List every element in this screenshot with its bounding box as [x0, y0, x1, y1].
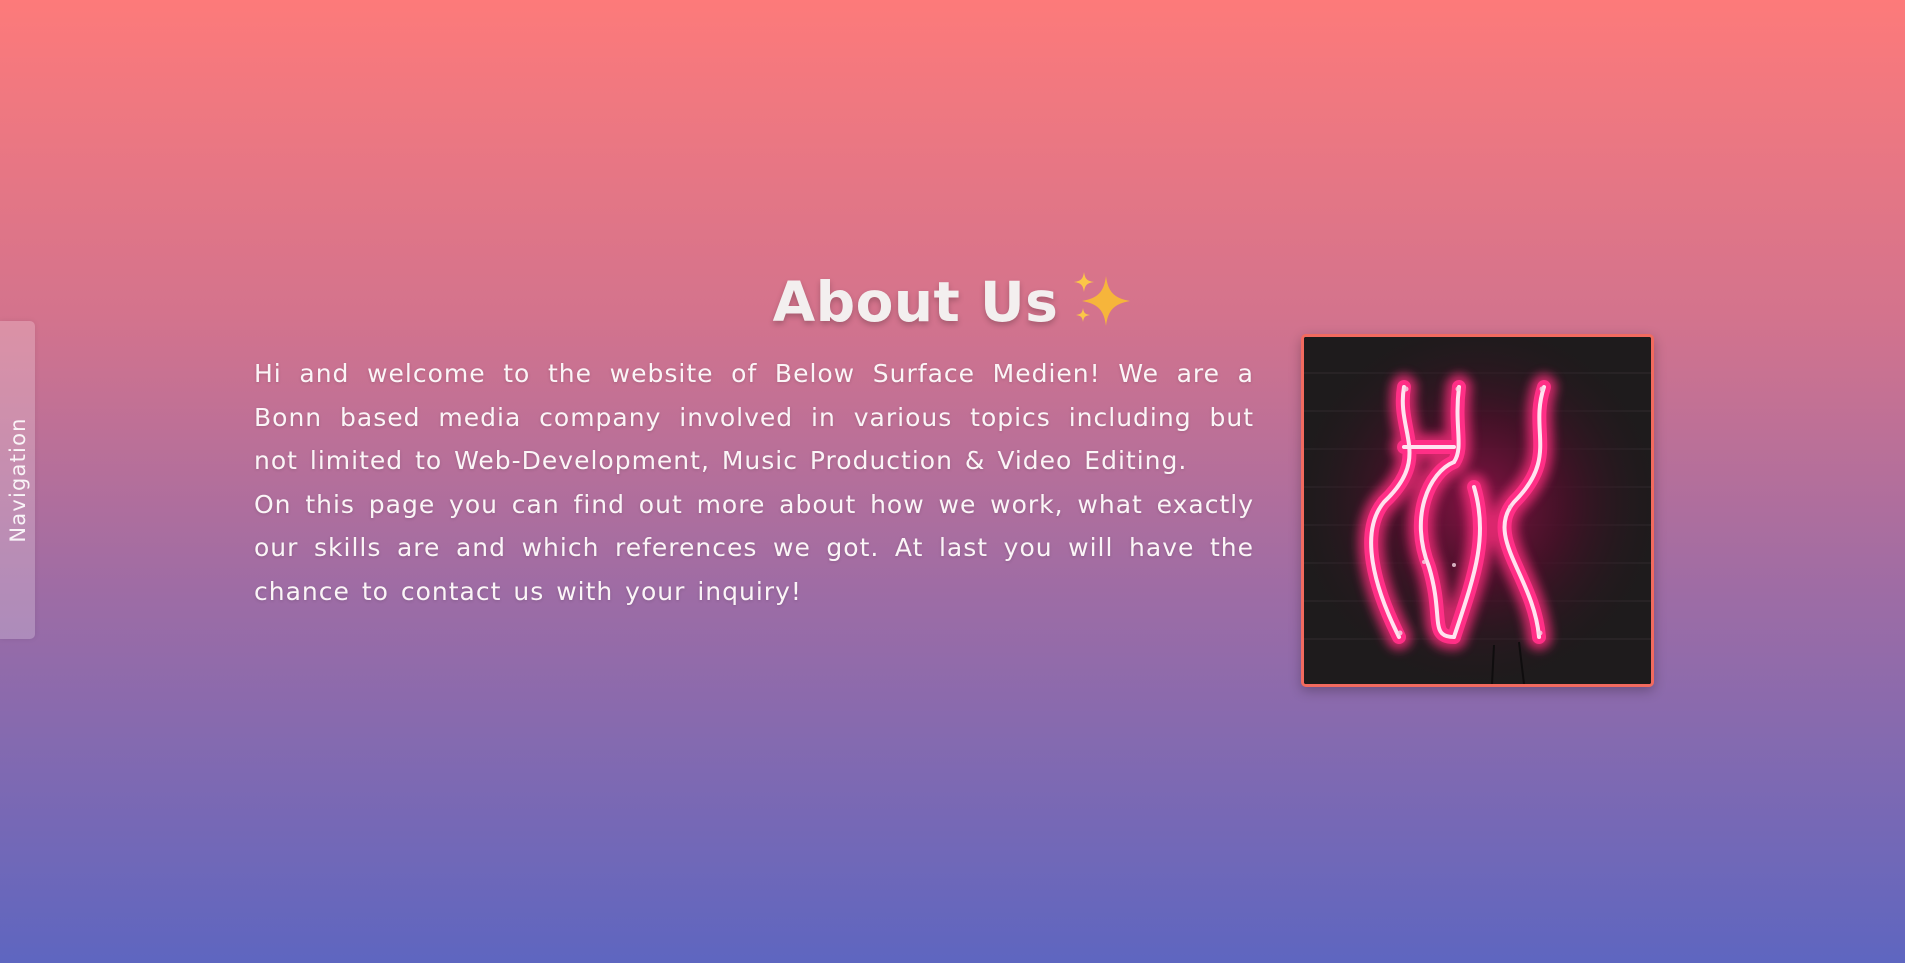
neon-hi-graphic [1304, 337, 1651, 684]
neon-hi-image [1301, 334, 1654, 687]
about-paragraph-2: On this page you can find out more about… [254, 489, 1254, 606]
about-description: Hi and welcome to the website of Below S… [254, 352, 1254, 614]
navigation-tab[interactable]: Navigation [0, 321, 35, 639]
sparkles-icon [1074, 272, 1131, 326]
navigation-tab-label: Navigation [5, 417, 30, 543]
about-paragraph-1: Hi and welcome to the website of Below S… [254, 359, 1254, 476]
page-title: About Us [0, 265, 1905, 339]
page-title-text: About Us [772, 270, 1059, 334]
